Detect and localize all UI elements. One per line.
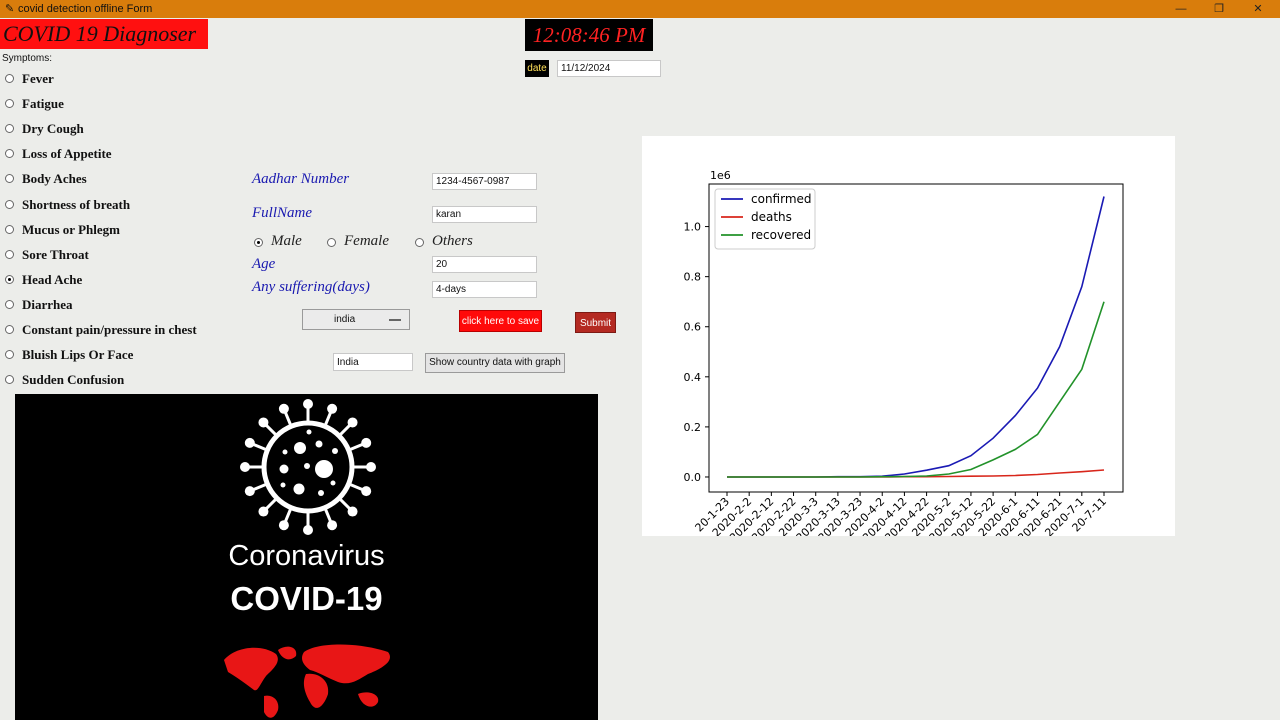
y-tick-label: 0.8 <box>684 271 702 284</box>
feather-icon: ✎ <box>5 3 15 15</box>
symptom-label: Bluish Lips Or Face <box>22 347 134 363</box>
submit-button[interactable]: Submit <box>575 312 616 333</box>
suffering-days-label: Any suffering(days) <box>252 279 370 295</box>
symptoms-label: Symptoms: <box>2 53 53 64</box>
virus-icon <box>240 399 376 535</box>
symptom-label: Shortness of breath <box>22 196 131 212</box>
aadhar-input[interactable] <box>432 173 537 190</box>
window-title: covid detection offline Form <box>18 3 153 15</box>
radio-button[interactable] <box>415 238 424 247</box>
symptom-label: Sudden Confusion <box>22 372 125 388</box>
close-button[interactable]: ✕ <box>1239 0 1277 18</box>
y-tick-label: 0.4 <box>684 371 702 384</box>
coronavirus-poster: Coronavirus COVID-19 <box>15 394 598 720</box>
radio-button[interactable] <box>5 99 14 109</box>
radio-button[interactable] <box>327 238 336 247</box>
aadhar-label: Aadhar Number <box>252 171 350 187</box>
show-country-graph-button[interactable]: Show country data with graph <box>425 353 565 373</box>
y-tick-label: 0.0 <box>684 471 702 484</box>
date-label: date <box>525 60 549 77</box>
symptom-label: Diarrhea <box>22 296 73 312</box>
poster-line-covid19: COVID-19 <box>230 580 383 617</box>
legend-label-confirmed: confirmed <box>751 192 812 206</box>
country-option-value: india <box>334 314 356 325</box>
y-tick-label: 0.6 <box>684 321 702 334</box>
suffering-days-input[interactable] <box>432 281 537 298</box>
fullname-label: FullName <box>252 205 312 221</box>
save-button[interactable]: click here to save <box>459 310 542 332</box>
country-input[interactable] <box>333 353 413 371</box>
window-titlebar: ✎ covid detection offline Form — ❐ ✕ <box>0 0 1280 18</box>
country-option-menu[interactable]: india <box>302 309 410 330</box>
y-tick-label: 1.0 <box>684 221 702 234</box>
y-offset-label: 1e6 <box>710 169 731 182</box>
symptom-label: Sore Throat <box>22 246 89 262</box>
country-line-chart: 0.00.20.40.60.81.01e620-1-232020-2-22020… <box>684 169 1124 544</box>
series-line-recovered <box>727 301 1105 478</box>
date-input[interactable] <box>557 60 661 77</box>
age-input[interactable] <box>432 256 537 273</box>
radio-button[interactable] <box>5 325 14 334</box>
radio-button[interactable] <box>5 274 14 284</box>
symptom-label: Mucus or Phlegm <box>22 221 120 237</box>
legend-label-recovered: recovered <box>751 228 811 242</box>
symptom-label: Body Aches <box>22 171 87 187</box>
radio-button[interactable] <box>5 124 14 134</box>
gender-label: Male <box>271 233 302 249</box>
legend-label-deaths: deaths <box>751 210 792 224</box>
gender-label: Female <box>344 233 389 249</box>
gender-label: Others <box>432 233 473 249</box>
fullname-input[interactable] <box>432 206 537 223</box>
symptom-label: Dry Cough <box>22 121 84 137</box>
radio-button[interactable] <box>5 375 14 385</box>
radio-button[interactable] <box>5 174 14 184</box>
radio-button[interactable] <box>5 199 14 209</box>
country-chart-panel: 0.0 0.2 0.4 0.6 0.8 1.0 1e6 20-1-23 2020-2-2 2020… <box>642 136 1175 544</box>
app-banner: COVID 19 Diagnoser <box>0 19 208 49</box>
radio-button[interactable] <box>5 74 14 83</box>
y-tick-label: 0.2 <box>684 421 702 434</box>
radio-button[interactable] <box>5 149 14 159</box>
age-label: Age <box>252 256 276 272</box>
symptom-label: Fatigue <box>22 96 64 112</box>
symptom-label: Constant pain/pressure in chest <box>22 322 197 337</box>
symptom-label: Loss of Appetite <box>22 146 112 162</box>
radio-button[interactable] <box>5 224 14 234</box>
symptom-label: Head Ache <box>22 271 83 287</box>
menu-indicator-icon <box>389 319 401 321</box>
radio-button[interactable] <box>5 299 14 309</box>
radio-button[interactable] <box>5 350 14 360</box>
restore-button[interactable]: ❐ <box>1200 0 1238 18</box>
symptom-label: Fever <box>22 71 54 86</box>
clock-display: 12:08:46 PM <box>525 19 653 51</box>
world-map-icon <box>224 644 390 718</box>
minimize-button[interactable]: — <box>1162 0 1200 18</box>
radio-button[interactable] <box>5 249 14 259</box>
radio-button[interactable] <box>254 238 263 247</box>
poster-line-coronavirus: Coronavirus <box>228 540 385 572</box>
